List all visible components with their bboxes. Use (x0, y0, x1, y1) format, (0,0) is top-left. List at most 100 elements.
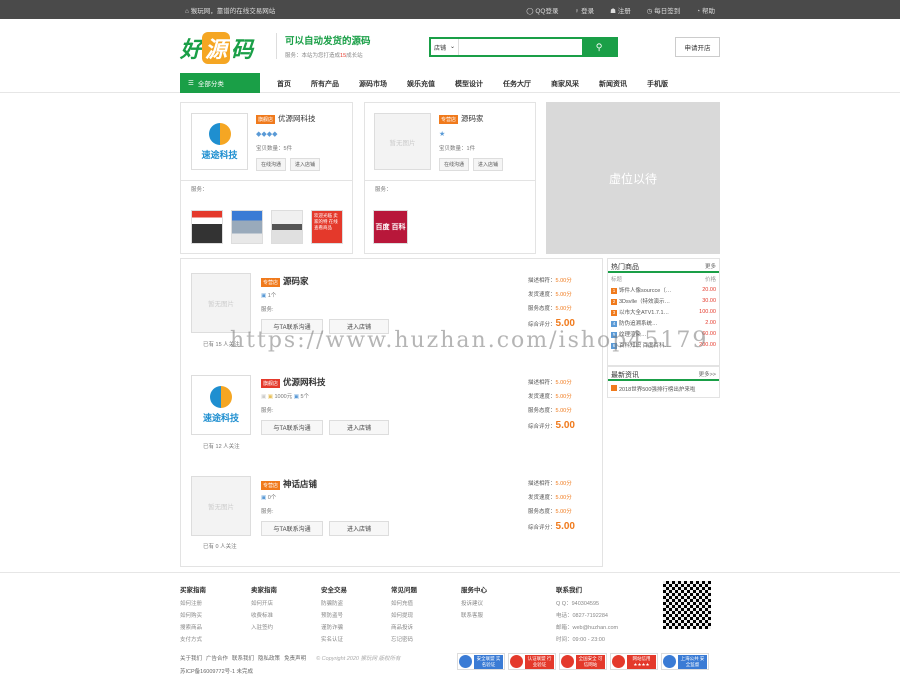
shop-meta: ▣ 0个 (261, 495, 277, 501)
list-item[interactable]: 2018世界500强排行榜出炉来啦 (608, 383, 719, 394)
product-thumb[interactable] (191, 210, 223, 244)
footer-col-service: 服务中心 投诉建议 联系客服 (461, 584, 487, 623)
shop-image[interactable]: 暂无图片 (191, 273, 251, 333)
contact-button[interactable]: 与TA联系沟通 (261, 420, 323, 435)
nav-sellers[interactable]: 商家风采 (551, 79, 579, 89)
footer-link[interactable]: 入驻签约 (251, 623, 277, 635)
shop-meta: ▣ ▣ 1000元 ▣ 5个 (261, 394, 310, 400)
list-item[interactable]: 6 百科知识 百度百科… 200.00 (608, 339, 719, 350)
nav-recharge[interactable]: 娱乐充值 (407, 79, 435, 89)
news-panel: 最新资讯 更多>> 2018世界500强排行榜出炉来啦 (607, 366, 720, 398)
qq-login-link[interactable]: ◯ QQ登录 (526, 5, 558, 15)
chat-button[interactable]: 在线沟通 (256, 158, 287, 171)
nav-news[interactable]: 新闻资讯 (599, 79, 627, 89)
footer-disclaimer-link[interactable]: 免责声明 (284, 656, 306, 662)
footer-col-seller: 卖家指南 如何开店 收费标准 入驻签约 (251, 584, 277, 635)
contact-button[interactable]: 与TA联系沟通 (261, 521, 323, 536)
icp-number[interactable]: 苏ICP备16009772号-1 未完成 (180, 667, 405, 675)
main-nav: ☰ 全部分类 首页 所有产品 源码市场 娱乐充值 模型设计 任务大厅 商家风采 新… (0, 73, 900, 93)
list-item[interactable]: 4 防伪追溯系统… 2.00 (608, 317, 719, 328)
search-type-select[interactable]: 店铺 ⌄ (431, 39, 459, 55)
enter-shop-button[interactable]: 进入店铺 (290, 158, 321, 171)
shop-tag: 专营店 (261, 278, 281, 287)
follow-count: 已有 0 人关注 (203, 544, 237, 550)
nav-design[interactable]: 模型设计 (455, 79, 483, 89)
enter-shop-button[interactable]: 进入店铺 (329, 319, 389, 334)
chat-button[interactable]: 在线沟通 (439, 158, 470, 171)
search-input[interactable] (459, 39, 582, 55)
site-logo[interactable]: 好 源 码 (180, 32, 253, 64)
trust-badge[interactable]: 上海公共 安全监督 (661, 653, 709, 670)
seal-icon (510, 655, 523, 668)
enter-shop-button[interactable]: 进入店铺 (329, 521, 389, 536)
product-thumb[interactable] (231, 210, 263, 244)
search-button[interactable]: ⚲ (582, 39, 616, 55)
footer-link[interactable]: 收费标准 (251, 611, 277, 623)
list-item[interactable]: 3 以市大全ATV1.7.1… 100.00 (608, 306, 719, 317)
product-thumb[interactable]: 欢迎光临 卖家的特 在线查看商品 (311, 210, 343, 244)
contact-button[interactable]: 与TA联系沟通 (261, 319, 323, 334)
nav-mobile[interactable]: 手机版 (647, 79, 668, 89)
footer-link[interactable]: 搜索商品 (180, 623, 206, 635)
footer-contact-link[interactable]: 联系我们 (232, 656, 254, 662)
ad-placeholder[interactable]: 虚位以待 (546, 102, 720, 254)
footer-ad-link[interactable]: 广告合作 (206, 656, 228, 662)
shop-image[interactable]: 速途科技 (191, 375, 251, 435)
all-categories-button[interactable]: ☰ 全部分类 (180, 73, 260, 93)
product-thumb[interactable] (271, 210, 303, 244)
footer-link[interactable]: 如何充值 (391, 599, 417, 611)
top-links: ◯ QQ登录 ♀ 登录 ☗ 注册 ◷ 每日签到 ◔ 帮助 (526, 5, 715, 15)
trust-badge[interactable]: 全国安全 可信网站 (559, 653, 607, 670)
footer-link[interactable]: 投诉建议 (461, 599, 487, 611)
services-label: 服务： (375, 187, 392, 193)
shop-name[interactable]: 优源网科技 (283, 377, 326, 387)
apply-shop-button[interactable]: 申请开店 (675, 37, 720, 57)
enter-shop-button[interactable]: 进入店铺 (329, 420, 389, 435)
footer-link[interactable]: 如何注册 (180, 599, 206, 611)
trust-badge[interactable]: 网站信用 ★★★★ (610, 653, 658, 670)
help-link[interactable]: ◔ 帮助 (696, 5, 715, 15)
footer-link[interactable]: 如何提现 (391, 611, 417, 623)
nav-home[interactable]: 首页 (277, 79, 291, 89)
shield-icon (663, 655, 676, 668)
more-link[interactable]: 更多>> (699, 370, 716, 378)
shop-name[interactable]: 源码家 (283, 276, 309, 286)
shop-logo[interactable]: 速途科技 (191, 113, 248, 170)
footer-link[interactable]: 防骗防盗 (321, 599, 347, 611)
box-icon: ▣ (261, 495, 267, 501)
footer-link[interactable]: 谨防诈骗 (321, 623, 347, 635)
shop-image[interactable]: 暂无图片 (191, 476, 251, 536)
nav-products[interactable]: 所有产品 (311, 79, 339, 89)
trust-badge[interactable]: 安全联盟 实名验证 (457, 653, 505, 670)
footer-link[interactable]: 预防盗号 (321, 611, 347, 623)
trust-badge[interactable]: 认证联盟 行业验证 (508, 653, 556, 670)
footer-link[interactable]: 实名认证 (321, 635, 347, 647)
shop-tag: 专营店 (261, 481, 281, 490)
footer-link[interactable]: 商品投诉 (391, 623, 417, 635)
enter-shop-button[interactable]: 进入店铺 (473, 158, 504, 171)
shop-name[interactable]: 优源网科技 (278, 114, 316, 123)
login-link[interactable]: ♀ 登录 (574, 5, 594, 15)
daily-checkin-link[interactable]: ◷ 每日签到 (647, 5, 680, 15)
shop-scores: 描述相符：5.00分 发货速度：5.00分 服务态度：5.00分 综合评分：5.… (528, 278, 575, 329)
list-item[interactable]: 1 饰件人像sourcce（… 20.00 (608, 284, 719, 295)
footer-link[interactable]: 支付方式 (180, 635, 206, 647)
more-link[interactable]: 更多 (705, 262, 716, 270)
shop-logo[interactable]: 暂无图片 (374, 113, 431, 170)
nav-source-market[interactable]: 源码市场 (359, 79, 387, 89)
footer-link[interactable]: 如何开店 (251, 599, 277, 611)
box-icon: ▣ (293, 394, 299, 400)
footer-about-link[interactable]: 关于我们 (180, 656, 202, 662)
list-item[interactable]: 5 纹理渲染… 60.00 (608, 328, 719, 339)
product-thumb[interactable]: 百度 百科 (373, 210, 408, 244)
footer-link[interactable]: 忘记密码 (391, 635, 417, 647)
list-item[interactable]: 2 3Dsvlle（特效演示… 30.00 (608, 295, 719, 306)
footer-link[interactable]: 如何购买 (180, 611, 206, 623)
register-link[interactable]: ☗ 注册 (610, 5, 631, 15)
footer-link[interactable]: 联系客服 (461, 611, 487, 623)
footer-privacy-link[interactable]: 隐私政策 (258, 656, 280, 662)
shop-scores: 描述相符：5.00分 发货速度：5.00分 服务态度：5.00分 综合评分：5.… (528, 380, 575, 431)
nav-tasks[interactable]: 任务大厅 (503, 79, 531, 89)
shop-name[interactable]: 源码家 (461, 114, 484, 123)
shop-name[interactable]: 神话店铺 (283, 479, 317, 489)
